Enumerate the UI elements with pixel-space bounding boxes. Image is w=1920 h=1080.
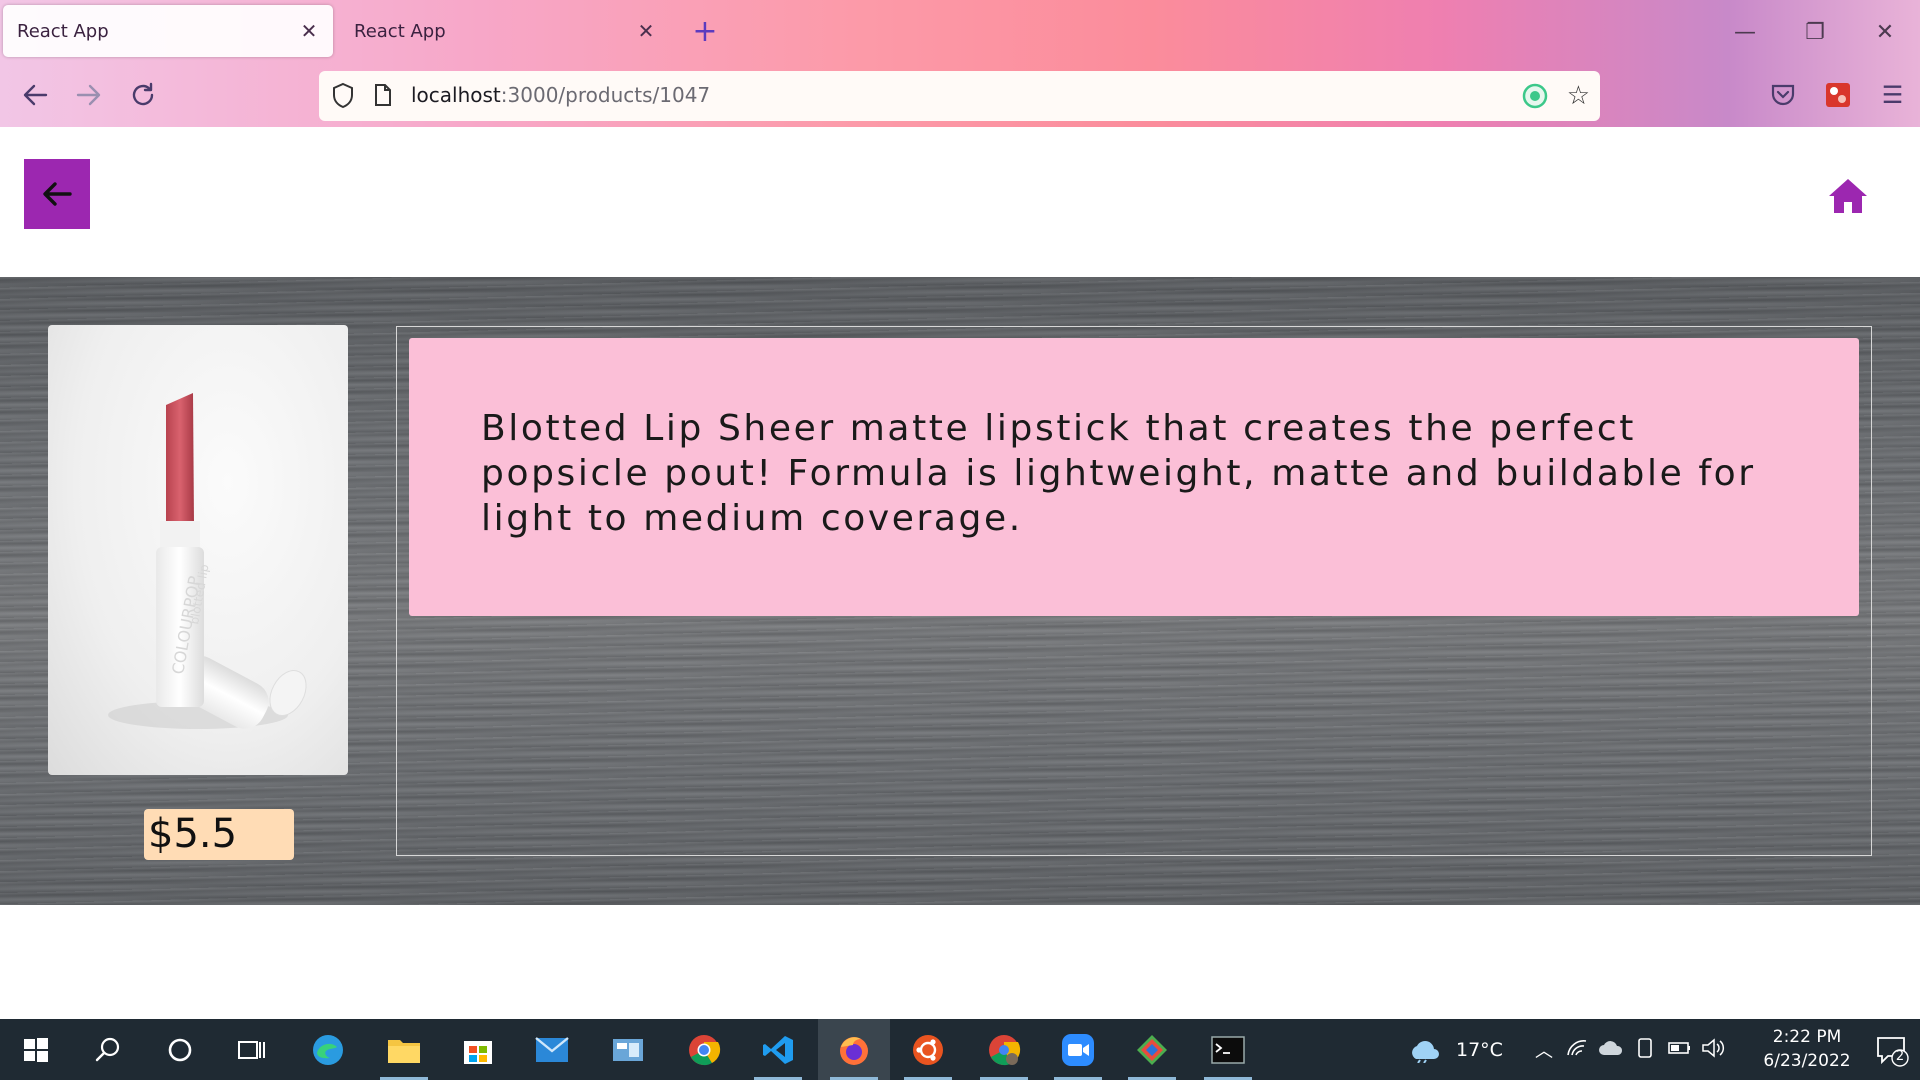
clock-date: 6/23/2022 bbox=[1763, 1051, 1851, 1071]
notification-count: 2 bbox=[1895, 1049, 1905, 1064]
onedrive-icon[interactable] bbox=[1594, 1039, 1628, 1061]
tab-react-app-active[interactable]: React App ✕ bbox=[3, 5, 333, 57]
back-button[interactable] bbox=[24, 159, 90, 229]
clock[interactable]: 2:22 PM 6/23/2022 bbox=[1752, 1025, 1862, 1073]
git-tool-icon[interactable] bbox=[1116, 1019, 1188, 1080]
home-icon[interactable] bbox=[1828, 178, 1868, 214]
url-path: :3000/products/1047 bbox=[500, 83, 711, 107]
product-section: COLOURPOP blotted lip $5.5 Blotted Lip S… bbox=[0, 277, 1920, 905]
battery-icon[interactable] bbox=[1662, 1040, 1696, 1060]
system-tray: ︿ bbox=[1528, 1019, 1730, 1080]
task-view-icon[interactable] bbox=[216, 1019, 288, 1080]
chrome-icon[interactable] bbox=[668, 1019, 740, 1080]
restore-icon[interactable]: ❐ bbox=[1780, 0, 1850, 64]
bookmark-star-icon[interactable]: ☆ bbox=[1567, 81, 1590, 111]
nav-bar: localhost:3000/products/1047 ☆ ☰ bbox=[0, 64, 1920, 127]
search-icon[interactable] bbox=[72, 1019, 144, 1080]
vscode-icon[interactable] bbox=[742, 1019, 814, 1080]
mail-icon[interactable] bbox=[516, 1019, 588, 1080]
browser-chrome: React App ✕ React App ✕ + — ❐ ✕ localhos… bbox=[0, 0, 1920, 128]
tab-title: React App bbox=[354, 20, 446, 42]
close-window-icon[interactable]: ✕ bbox=[1850, 0, 1920, 64]
terminal-icon[interactable] bbox=[1192, 1019, 1264, 1080]
arrow-left-icon bbox=[43, 182, 72, 206]
page-content: COLOURPOP blotted lip $5.5 Blotted Lip S… bbox=[0, 127, 1920, 1019]
addon-icon[interactable] bbox=[1810, 72, 1865, 118]
store-icon[interactable] bbox=[442, 1019, 514, 1080]
url-text[interactable]: localhost:3000/products/1047 bbox=[411, 83, 710, 107]
price-tag: $5.5 bbox=[144, 809, 294, 860]
window-controls: — ❐ ✕ bbox=[1710, 0, 1920, 64]
ubuntu-icon[interactable] bbox=[892, 1019, 964, 1080]
weather-widget[interactable]: 17°C bbox=[1408, 1019, 1503, 1080]
new-tab-icon[interactable]: + bbox=[690, 14, 720, 50]
device-icon[interactable] bbox=[1628, 1037, 1662, 1063]
wifi-icon[interactable] bbox=[1560, 1037, 1594, 1062]
temperature: 17°C bbox=[1456, 1038, 1503, 1061]
zoom-icon[interactable] bbox=[1042, 1019, 1114, 1080]
control-panel-icon[interactable] bbox=[592, 1019, 664, 1080]
lipstick-illustration: COLOURPOP blotted lip bbox=[108, 393, 307, 729]
close-tab-icon[interactable]: ✕ bbox=[634, 19, 658, 43]
reload-icon[interactable] bbox=[122, 74, 164, 116]
address-bar[interactable]: localhost:3000/products/1047 ☆ bbox=[319, 71, 1600, 121]
volume-icon[interactable] bbox=[1696, 1037, 1730, 1062]
forward-icon[interactable] bbox=[68, 74, 110, 116]
tab-title: React App bbox=[17, 20, 109, 42]
firefox-icon[interactable] bbox=[818, 1019, 890, 1080]
start-icon[interactable] bbox=[0, 1019, 72, 1080]
clock-time: 2:22 PM bbox=[1772, 1027, 1842, 1047]
cortana-icon[interactable] bbox=[144, 1019, 216, 1080]
toolbar-right: ☰ bbox=[1755, 72, 1920, 118]
product-image: COLOURPOP blotted lip bbox=[48, 325, 348, 775]
notification-center-icon[interactable]: 2 bbox=[1874, 1032, 1910, 1068]
page-info-icon[interactable] bbox=[373, 83, 393, 111]
minimize-icon[interactable]: — bbox=[1710, 0, 1780, 64]
close-tab-icon[interactable]: ✕ bbox=[297, 19, 321, 43]
chrome-profile-icon[interactable] bbox=[968, 1019, 1040, 1080]
extension-icon[interactable] bbox=[1522, 83, 1548, 113]
file-explorer-icon[interactable] bbox=[368, 1019, 440, 1080]
cloud-icon bbox=[1412, 1040, 1439, 1063]
url-host: localhost bbox=[411, 83, 501, 107]
pocket-icon[interactable] bbox=[1755, 72, 1810, 118]
tab-react-app[interactable]: React App ✕ bbox=[340, 5, 670, 57]
product-description: Blotted Lip Sheer matte lipstick that cr… bbox=[481, 408, 1756, 539]
tab-strip: React App ✕ React App ✕ + — ❐ ✕ bbox=[0, 0, 1920, 64]
description-card: Blotted Lip Sheer matte lipstick that cr… bbox=[409, 338, 1859, 616]
menu-icon[interactable]: ☰ bbox=[1865, 72, 1920, 118]
shield-icon[interactable] bbox=[331, 82, 355, 114]
chevron-up-icon[interactable]: ︿ bbox=[1528, 1037, 1560, 1063]
taskbar: 17°C ︿ 2:22 PM 6/23/2022 2 bbox=[0, 1019, 1920, 1080]
edge-icon[interactable] bbox=[292, 1019, 364, 1080]
back-icon[interactable] bbox=[14, 74, 56, 116]
